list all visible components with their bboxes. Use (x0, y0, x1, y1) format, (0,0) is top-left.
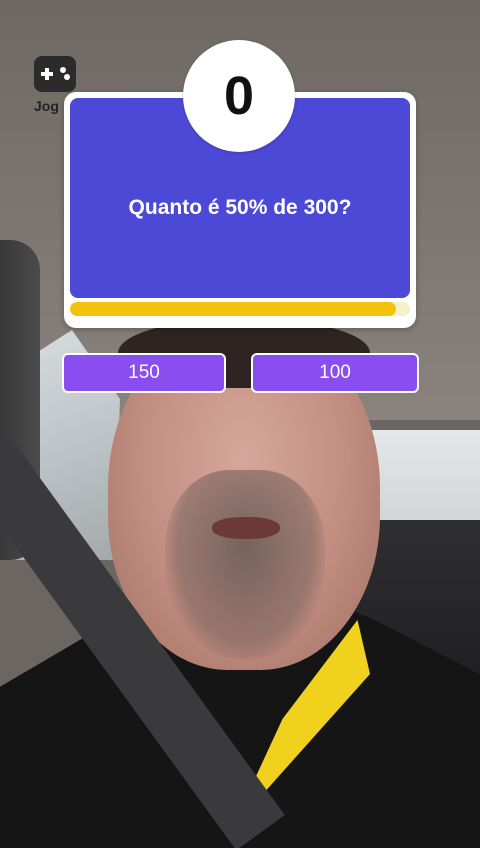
timer-bar (70, 302, 410, 316)
person-mouth (212, 517, 280, 539)
answer-button-1[interactable]: 150 (62, 353, 226, 393)
question-text: Quanto é 50% de 300? (128, 196, 352, 219)
score-value: 0 (223, 66, 255, 126)
timer-bar-fill (70, 302, 397, 316)
person-beard (165, 470, 325, 660)
gamepad-icon (34, 56, 76, 92)
score-badge: 0 (183, 40, 295, 152)
answer-button-2[interactable]: 100 (251, 353, 419, 393)
